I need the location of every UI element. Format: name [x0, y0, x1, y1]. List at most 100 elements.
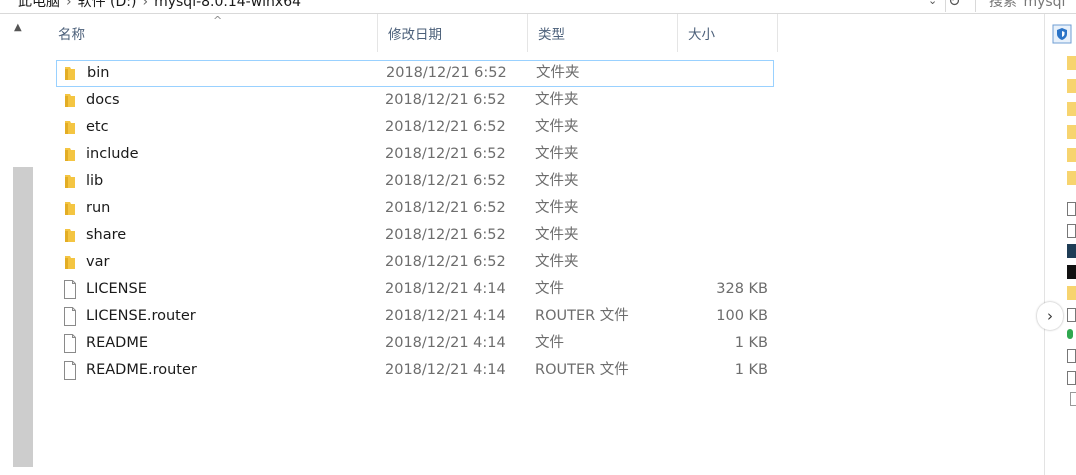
- sort-up-caret-icon: ^: [213, 14, 223, 27]
- folder-icon: [62, 168, 78, 195]
- folder-icon: [62, 60, 78, 87]
- file-modified: 2018/12/21 6:52: [385, 119, 506, 135]
- file-row-lib[interactable]: lib 2018/12/21 6:52 文件夹: [56, 168, 774, 195]
- file-type: 文件夹: [535, 146, 579, 162]
- chevron-down-icon[interactable]: ⌄: [928, 0, 937, 7]
- folder-icon: [62, 195, 78, 222]
- column-header-name-label: 名称: [58, 27, 85, 43]
- file-modified: 2018/12/21 4:14: [385, 335, 506, 351]
- preview-file-icon: [1067, 202, 1076, 216]
- file-name: bin: [87, 65, 110, 81]
- preview-folder-icon: [1067, 148, 1076, 162]
- file-name: docs: [86, 92, 120, 108]
- column-header-modified-label: 修改日期: [388, 27, 442, 43]
- preview-app-icon: [1067, 265, 1076, 279]
- scroll-up-arrow-icon[interactable]: ▲: [14, 22, 22, 33]
- file-row-include[interactable]: include 2018/12/21 6:52 文件夹: [56, 141, 774, 168]
- preview-file-icon: [1070, 392, 1076, 406]
- file-name: LICENSE: [86, 281, 147, 297]
- address-bar[interactable]: 此电脑 › 软件 (D:) › mysql-8.0.14-winx64 ⌄ ↻ 搜索"m…: [0, 0, 1076, 14]
- file-icon: [62, 357, 78, 384]
- file-row-bin[interactable]: bin 2018/12/21 6:52 文件夹: [56, 60, 774, 87]
- file-type: 文件夹: [535, 227, 579, 243]
- file-type: 文件夹: [535, 119, 579, 135]
- file-name: README.router: [86, 362, 197, 378]
- file-row-var[interactable]: var 2018/12/21 6:52 文件夹: [56, 249, 774, 276]
- column-header-modified[interactable]: 修改日期: [378, 14, 528, 52]
- file-row-docs[interactable]: docs 2018/12/21 6:52 文件夹: [56, 87, 774, 114]
- navigation-pane[interactable]: ▲: [0, 14, 33, 475]
- folder-icon: [62, 141, 78, 168]
- file-icon: [62, 330, 78, 357]
- file-type: 文件夹: [535, 254, 579, 270]
- preview-file-icon: [1067, 308, 1076, 322]
- file-type: ROUTER 文件: [535, 362, 629, 378]
- preview-folder-icon: [1067, 102, 1076, 116]
- file-modified: 2018/12/21 6:52: [385, 200, 506, 216]
- breadcrumb-this-pc[interactable]: 此电脑: [18, 0, 60, 10]
- file-type: 文件夹: [535, 92, 579, 108]
- file-size: 1 KB: [734, 335, 768, 351]
- preview-folder-icon: [1067, 171, 1076, 185]
- column-header-type-label: 类型: [538, 27, 565, 43]
- column-headers: 名称 ^ 修改日期 类型 大小: [48, 14, 778, 52]
- file-name: LICENSE.router: [86, 308, 196, 324]
- file-modified: 2018/12/21 6:52: [385, 254, 506, 270]
- search-placeholder: 搜索"mysql: [989, 0, 1066, 10]
- file-type: ROUTER 文件: [535, 308, 629, 324]
- folder-icon: [62, 249, 78, 276]
- file-modified: 2018/12/21 4:14: [385, 362, 506, 378]
- file-icon: [62, 303, 78, 330]
- chevron-right-icon[interactable]: ›: [1037, 302, 1063, 330]
- file-modified: 2018/12/21 6:52: [386, 65, 507, 81]
- file-modified: 2018/12/21 4:14: [385, 281, 506, 297]
- chevron-right-icon: ›: [142, 0, 149, 10]
- breadcrumb-drive[interactable]: 软件 (D:): [78, 0, 137, 10]
- file-name: include: [86, 146, 139, 162]
- chevron-right-icon: ›: [66, 0, 72, 10]
- file-icon: [62, 276, 78, 303]
- file-modified: 2018/12/21 4:14: [385, 308, 506, 324]
- column-header-type[interactable]: 类型: [528, 14, 678, 52]
- file-modified: 2018/12/21 6:52: [385, 92, 506, 108]
- address-box[interactable]: 此电脑 › 软件 (D:) › mysql-8.0.14-winx64 ⌄: [0, 0, 946, 12]
- preview-folder-icon: [1067, 79, 1076, 93]
- search-input[interactable]: 搜索"mysql: [975, 0, 1076, 12]
- preview-file-icon: [1067, 349, 1076, 363]
- nav-scrollbar-thumb[interactable]: [13, 167, 33, 467]
- preview-check-icon: [1067, 329, 1073, 339]
- file-list: bin 2018/12/21 6:52 文件夹 docs 2018/12/21 …: [56, 60, 774, 384]
- file-type: 文件夹: [535, 200, 579, 216]
- file-row-etc[interactable]: etc 2018/12/21 6:52 文件夹: [56, 114, 774, 141]
- breadcrumb-folder[interactable]: mysql-8.0.14-winx64: [154, 0, 301, 10]
- shield-icon: [1052, 24, 1072, 44]
- folder-icon: [62, 222, 78, 249]
- file-size: 100 KB: [716, 308, 768, 324]
- file-row-readme-router[interactable]: README.router 2018/12/21 4:14 ROUTER 文件 …: [56, 357, 774, 384]
- preview-file-icon: [1067, 371, 1076, 385]
- refresh-icon[interactable]: ↻: [948, 0, 961, 10]
- file-row-license-router[interactable]: LICENSE.router 2018/12/21 4:14 ROUTER 文件…: [56, 303, 774, 330]
- file-modified: 2018/12/21 6:52: [385, 227, 506, 243]
- file-size: 1 KB: [734, 362, 768, 378]
- file-row-readme[interactable]: README 2018/12/21 4:14 文件 1 KB: [56, 330, 774, 357]
- file-name: run: [86, 200, 111, 216]
- preview-folder-icon: [1067, 56, 1076, 70]
- file-name: lib: [86, 173, 104, 189]
- file-row-share[interactable]: share 2018/12/21 6:52 文件夹: [56, 222, 774, 249]
- file-modified: 2018/12/21 6:52: [385, 146, 506, 162]
- file-modified: 2018/12/21 6:52: [385, 173, 506, 189]
- file-type: 文件夹: [536, 65, 580, 81]
- file-size: 328 KB: [716, 281, 768, 297]
- file-type: 文件夹: [535, 173, 579, 189]
- file-name: share: [86, 227, 127, 243]
- breadcrumb: 此电脑 › 软件 (D:) › mysql-8.0.14-winx64: [18, 0, 301, 11]
- file-row-run[interactable]: run 2018/12/21 6:52 文件夹: [56, 195, 774, 222]
- column-header-name[interactable]: 名称 ^: [48, 14, 378, 52]
- column-header-size[interactable]: 大小: [678, 14, 778, 52]
- preview-folder-icon: [1067, 286, 1076, 300]
- file-row-license[interactable]: LICENSE 2018/12/21 4:14 文件 328 KB: [56, 276, 774, 303]
- preview-app-icon: [1067, 244, 1076, 258]
- preview-folder-icon: [1067, 125, 1076, 139]
- file-type: 文件: [535, 335, 564, 351]
